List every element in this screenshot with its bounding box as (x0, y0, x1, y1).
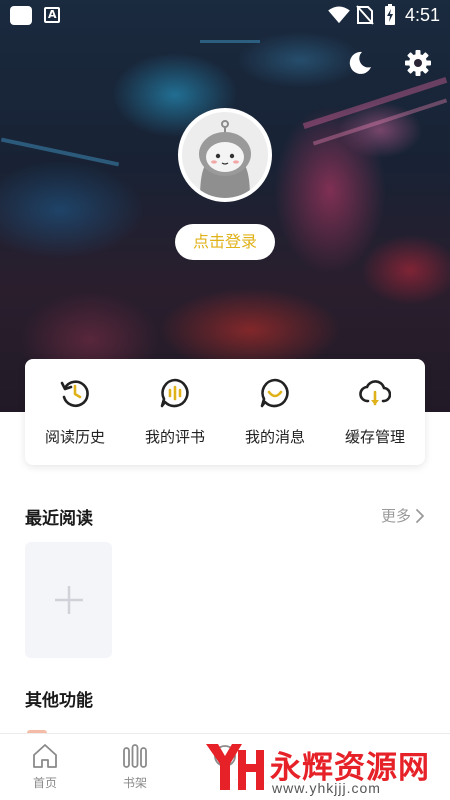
home-icon (33, 744, 57, 768)
shortcut-label: 我的评书 (144, 428, 205, 446)
nav-home[interactable]: 首页 (0, 734, 90, 800)
battery-charging-icon (385, 4, 395, 25)
neon-streak (0, 137, 120, 167)
shortcut-card: 阅读历史 我的评书 我的消息 缓存管理 (25, 359, 425, 465)
shortcut-label: 缓存管理 (344, 428, 405, 446)
watermark-logo-icon: YH (206, 744, 264, 790)
add-book-tile[interactable] (25, 542, 112, 658)
watermark: YH 永辉资源网 www.yhkjjj.com (200, 740, 440, 798)
shortcut-label: 阅读历史 (44, 428, 105, 446)
keyboard-badge-icon: A (44, 7, 60, 23)
notification-icon (10, 6, 32, 25)
audio-book-icon (160, 378, 189, 408)
cloud-download-icon (359, 380, 391, 406)
history-icon (60, 380, 89, 407)
moon-icon[interactable] (344, 48, 374, 78)
chevron-right-icon (416, 508, 424, 523)
more-label: 更多 (380, 507, 411, 525)
clock: 4:51 (404, 5, 440, 25)
svg-text:YH: YH (235, 779, 237, 781)
plus-icon (55, 586, 83, 614)
other-functions-title: 其他功能 (25, 691, 93, 711)
message-smile-icon (260, 378, 289, 408)
wifi-icon (328, 6, 350, 24)
avatar-image (182, 112, 268, 198)
shortcut-cache-management[interactable]: 缓存管理 (325, 359, 425, 465)
status-bar: A 4:51 (0, 0, 450, 30)
hero-background (0, 0, 450, 412)
avatar[interactable] (178, 108, 272, 202)
nav-label: 书架 (122, 776, 147, 790)
robot-avatar-icon (199, 120, 251, 198)
shortcut-my-messages[interactable]: 我的消息 (225, 359, 325, 465)
shortcut-my-audiobooks[interactable]: 我的评书 (125, 359, 225, 465)
neon-streak (200, 40, 260, 43)
more-link[interactable]: 更多 (381, 505, 425, 526)
neon-streak (312, 98, 448, 146)
bookshelf-icon (123, 744, 147, 768)
nav-label: 首页 (32, 776, 57, 790)
nav-bookshelf[interactable]: 书架 (90, 734, 180, 800)
no-sim-icon (356, 5, 374, 25)
watermark-url: www.yhkjjj.com (272, 780, 381, 796)
recent-reading-title: 最近阅读 (25, 509, 93, 529)
gear-icon[interactable] (403, 48, 433, 78)
shortcut-reading-history[interactable]: 阅读历史 (25, 359, 125, 465)
login-button[interactable]: 点击登录 (175, 224, 275, 260)
shortcut-label: 我的消息 (244, 428, 305, 446)
